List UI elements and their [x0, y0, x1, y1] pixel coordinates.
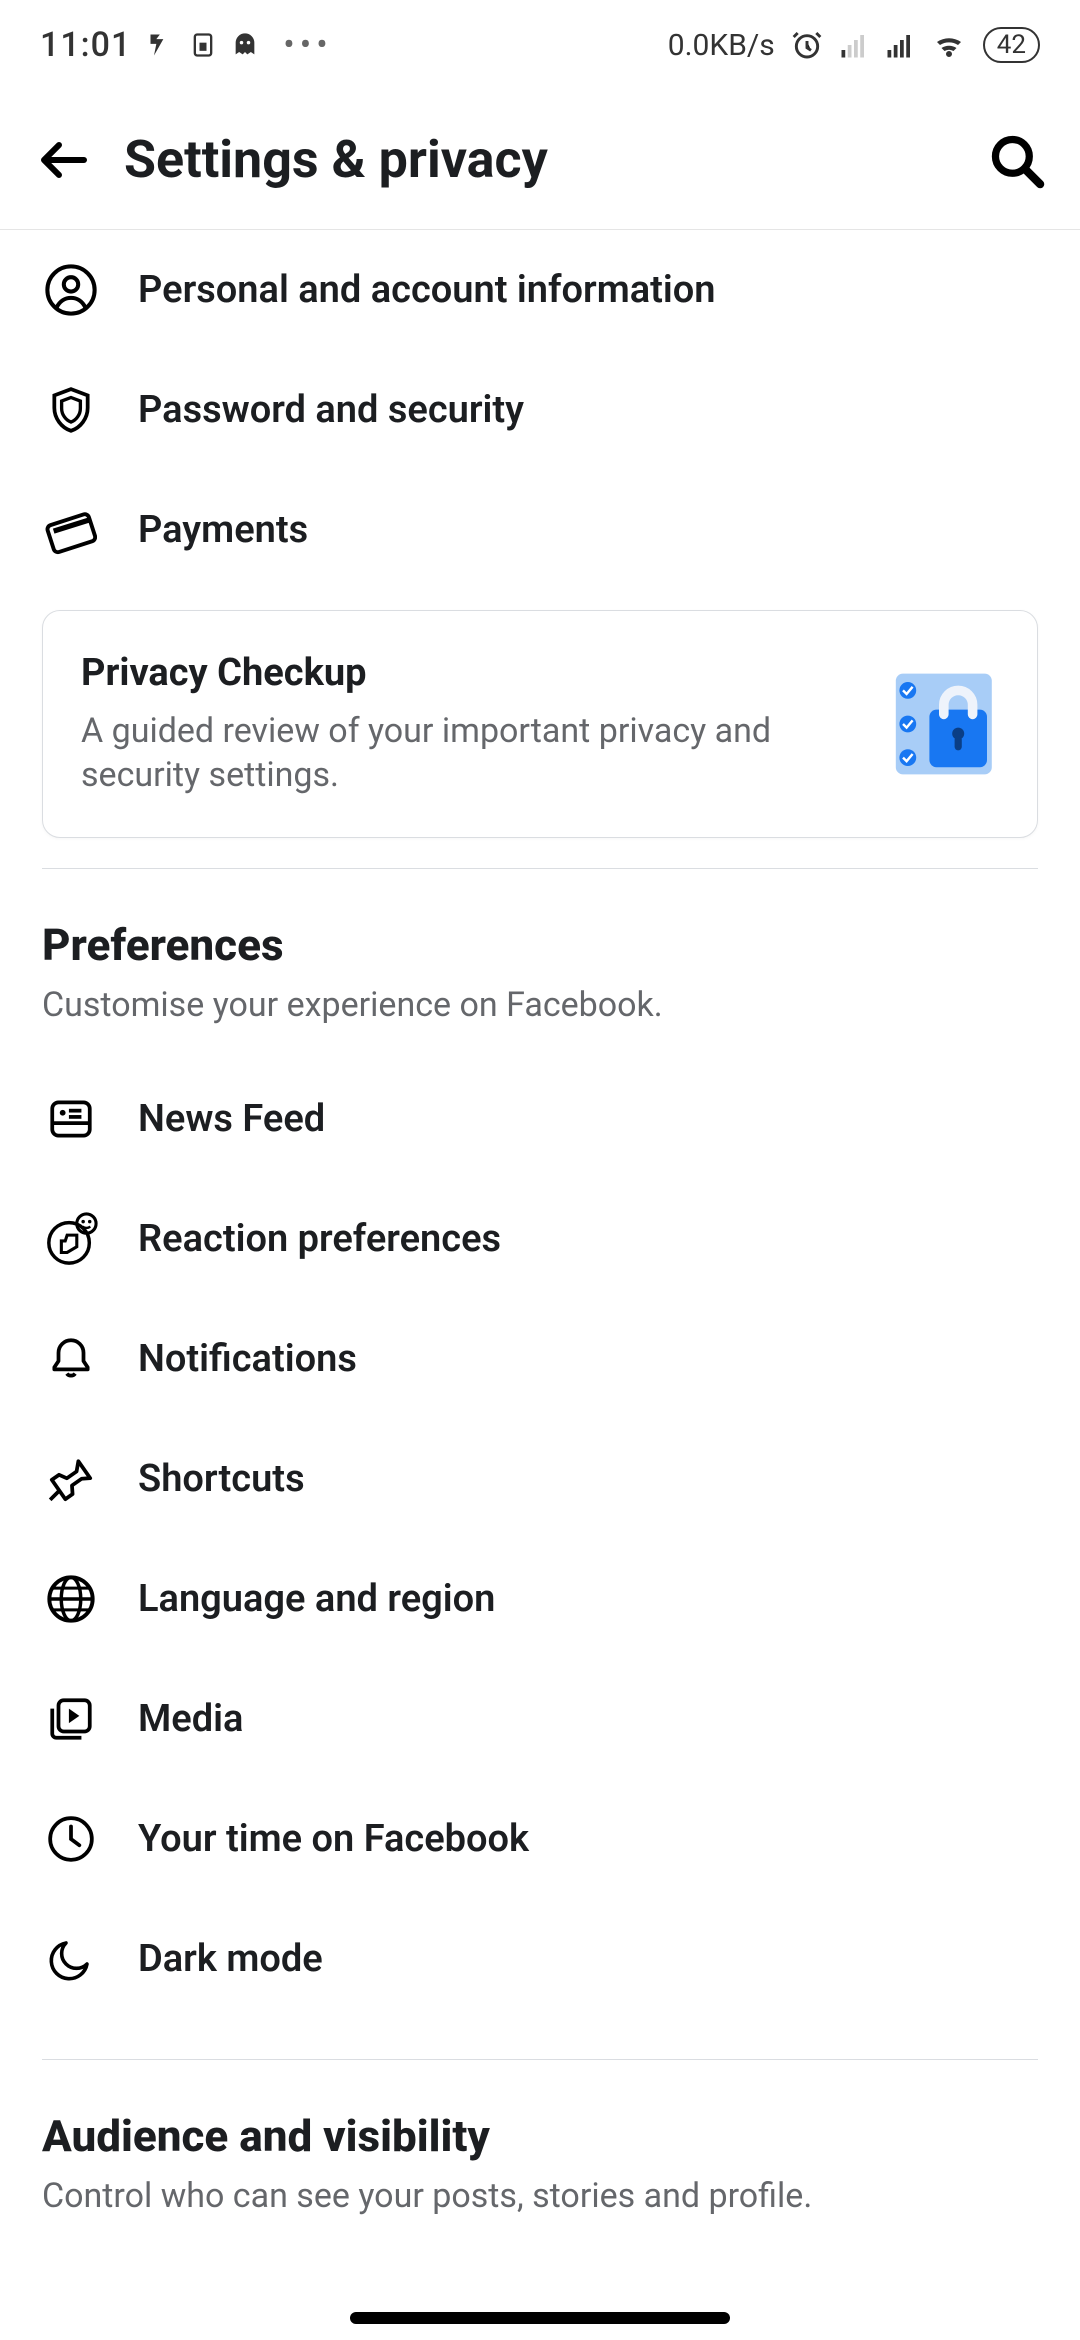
- moon-icon: [44, 1932, 98, 1986]
- row-password-security[interactable]: Password and security: [0, 350, 1080, 470]
- signal-2-icon: [885, 30, 915, 60]
- wifi-icon: [931, 27, 967, 63]
- section-title: Preferences: [42, 919, 1038, 971]
- row-label: Shortcuts: [138, 1457, 305, 1501]
- row-label: Media: [138, 1697, 243, 1741]
- app-bar: Settings & privacy: [0, 90, 1080, 230]
- row-label: News Feed: [138, 1097, 325, 1141]
- section-divider: [42, 2059, 1038, 2060]
- privacy-checkup-illustration-icon: [879, 664, 999, 784]
- card-icon: [44, 503, 98, 557]
- privacy-checkup-card[interactable]: Privacy Checkup A guided review of your …: [42, 610, 1038, 838]
- row-label: Payments: [138, 508, 308, 552]
- card-title: Privacy Checkup: [81, 651, 855, 695]
- row-language-region[interactable]: Language and region: [0, 1539, 1080, 1659]
- section-header-preferences: Preferences Customise your experience on…: [0, 909, 1080, 1059]
- row-payments[interactable]: Payments: [0, 470, 1080, 590]
- alarm-icon: [791, 29, 823, 61]
- status-sim-icons: [147, 31, 259, 59]
- search-icon: [987, 131, 1045, 189]
- signal-1-icon: [839, 30, 869, 60]
- row-label: Password and security: [138, 388, 524, 432]
- sim-icon: [189, 31, 217, 59]
- bell-icon: [44, 1332, 98, 1386]
- status-right: 0.0KB/s 42: [668, 27, 1040, 63]
- section-description: Control who can see your posts, stories …: [42, 2176, 1038, 2216]
- card-text: Privacy Checkup A guided review of your …: [81, 651, 855, 797]
- reaction-icon: [44, 1212, 98, 1266]
- row-label: Your time on Facebook: [138, 1817, 529, 1861]
- back-button[interactable]: [28, 124, 100, 196]
- news-feed-icon: [44, 1092, 98, 1146]
- row-dark-mode[interactable]: Dark mode: [0, 1899, 1080, 2019]
- row-label: Personal and account information: [138, 268, 716, 312]
- row-personal-info[interactable]: Personal and account information: [0, 230, 1080, 350]
- data-rate: 0.0KB/s: [668, 28, 775, 63]
- row-label: Language and region: [138, 1577, 495, 1621]
- row-reaction-preferences[interactable]: Reaction preferences: [0, 1179, 1080, 1299]
- clock-icon: [44, 1812, 98, 1866]
- home-indicator[interactable]: [350, 2312, 730, 2324]
- person-circle-icon: [44, 263, 98, 317]
- ghost-icon: [231, 31, 259, 59]
- card-description: A guided review of your important privac…: [81, 709, 855, 797]
- media-icon: [44, 1692, 98, 1746]
- row-label: Dark mode: [138, 1937, 323, 1981]
- globe-icon: [44, 1572, 98, 1626]
- status-left: 11:01 •••: [40, 25, 333, 65]
- search-button[interactable]: [980, 124, 1052, 196]
- row-label: Notifications: [138, 1337, 357, 1381]
- page-title: Settings & privacy: [124, 129, 956, 190]
- section-header-audience: Audience and visibility Control who can …: [0, 2100, 1080, 2250]
- arrow-left-icon: [34, 130, 94, 190]
- more-dots-icon: •••: [283, 25, 332, 65]
- row-media[interactable]: Media: [0, 1659, 1080, 1779]
- section-description: Customise your experience on Facebook.: [42, 985, 1038, 1025]
- status-time: 11:01: [40, 25, 131, 65]
- pin-icon: [44, 1452, 98, 1506]
- content: Personal and account information Passwor…: [0, 230, 1080, 2250]
- row-shortcuts[interactable]: Shortcuts: [0, 1419, 1080, 1539]
- battery-indicator: 42: [983, 27, 1040, 63]
- section-title: Audience and visibility: [42, 2110, 1038, 2162]
- status-bar: 11:01 ••• 0.0KB/s 42: [0, 0, 1080, 90]
- row-label: Reaction preferences: [138, 1217, 501, 1261]
- row-news-feed[interactable]: News Feed: [0, 1059, 1080, 1179]
- sync-icon: [147, 31, 175, 59]
- shield-icon: [44, 383, 98, 437]
- row-notifications[interactable]: Notifications: [0, 1299, 1080, 1419]
- section-divider: [42, 868, 1038, 869]
- row-your-time[interactable]: Your time on Facebook: [0, 1779, 1080, 1899]
